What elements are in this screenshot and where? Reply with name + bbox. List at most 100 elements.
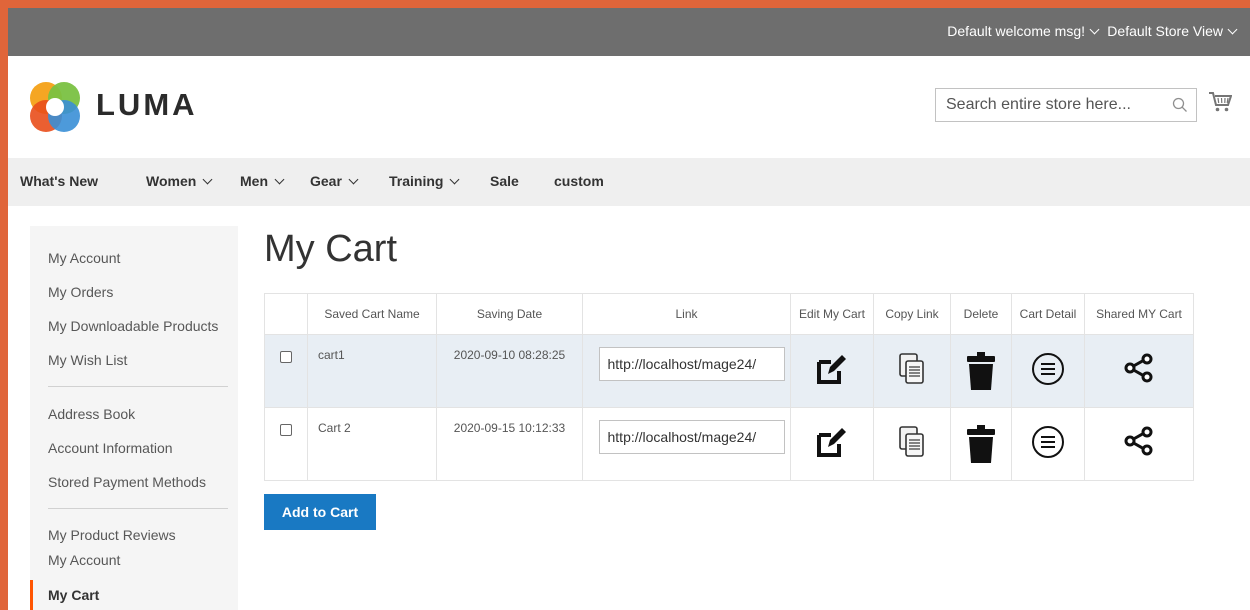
select-cell xyxy=(264,407,308,481)
nav-item-gear[interactable]: Gear xyxy=(310,173,359,189)
column-header-copy-link: Copy Link xyxy=(873,293,951,335)
list-circle-icon[interactable] xyxy=(1030,424,1066,460)
delete-cell xyxy=(950,407,1012,481)
nav-item-label: Sale xyxy=(490,173,519,189)
edit-icon[interactable] xyxy=(814,351,850,387)
nav-item-training[interactable]: Training xyxy=(389,173,460,189)
shared-cart-cell xyxy=(1084,407,1194,481)
nav-item-label: Men xyxy=(240,173,268,189)
sidebar-divider xyxy=(48,508,228,509)
nav-item-label: Gear xyxy=(310,173,342,189)
window-frame-left xyxy=(0,0,8,610)
window-frame-top xyxy=(0,0,1250,8)
column-header-delete: Delete xyxy=(950,293,1012,335)
sidebar-item-stored-payment-methods[interactable]: Stored Payment Methods xyxy=(48,474,206,490)
trash-icon[interactable] xyxy=(965,351,997,391)
sidebar-item-address-book[interactable]: Address Book xyxy=(48,406,135,422)
cart-link-field[interactable] xyxy=(598,420,785,454)
nav-item-custom[interactable]: custom xyxy=(554,173,604,189)
cart-name: Cart 2 xyxy=(318,421,351,435)
saving-date-cell: 2020-09-10 08:28:25 xyxy=(436,334,583,408)
nav-item-label: Training xyxy=(389,173,444,189)
cart-name-cell: Cart 2 xyxy=(307,407,437,481)
cart-detail-cell xyxy=(1011,407,1085,481)
nav-item-women[interactable]: Women xyxy=(146,173,213,189)
store-view-switcher[interactable]: Default Store View xyxy=(1107,23,1238,39)
share-icon[interactable] xyxy=(1122,351,1156,385)
chevron-down-icon xyxy=(450,174,460,185)
sidebar-item-my-downloadable-products[interactable]: My Downloadable Products xyxy=(48,318,218,334)
select-cell xyxy=(264,334,308,408)
copy-link-cell xyxy=(873,407,951,481)
nav-item-label: Women xyxy=(146,173,197,189)
account-sidebar: My Account My Orders My Downloadable Pro… xyxy=(30,226,238,610)
sidebar-item-account-information[interactable]: Account Information xyxy=(48,440,173,456)
sidebar-item-my-product-reviews[interactable]: My Product Reviews xyxy=(48,527,176,543)
edit-icon[interactable] xyxy=(814,424,850,460)
link-cell xyxy=(582,407,791,481)
share-icon[interactable] xyxy=(1122,424,1156,458)
nav-item-whats-new[interactable]: What's New xyxy=(20,173,98,189)
row-checkbox[interactable] xyxy=(280,351,292,363)
chevron-down-icon xyxy=(1227,24,1238,35)
column-header-link: Link xyxy=(582,293,791,335)
chevron-down-icon xyxy=(348,174,359,185)
copy-link-icon[interactable] xyxy=(896,424,928,460)
saving-date: 2020-09-15 10:12:33 xyxy=(453,421,566,435)
sidebar-item-my-orders[interactable]: My Orders xyxy=(48,284,113,300)
cart-name: cart1 xyxy=(318,348,345,362)
table-row: Cart 2 2020-09-15 10:12:33 xyxy=(264,407,1194,481)
delete-cell xyxy=(950,334,1012,408)
saved-carts-table: Saved Cart Name Saving Date Link Edit My… xyxy=(264,293,1194,481)
column-header-shared-cart: Shared MY Cart xyxy=(1084,293,1194,335)
saving-date-cell: 2020-09-15 10:12:33 xyxy=(436,407,583,481)
cart-icon[interactable] xyxy=(1208,90,1232,114)
column-header-select xyxy=(264,293,308,335)
chevron-down-icon xyxy=(202,174,213,185)
chevron-down-icon xyxy=(274,174,285,185)
search-input[interactable] xyxy=(936,89,1166,121)
list-circle-icon[interactable] xyxy=(1030,351,1066,387)
nav-item-men[interactable]: Men xyxy=(240,173,285,189)
cart-link-field[interactable] xyxy=(598,347,785,381)
edit-cell xyxy=(790,407,874,481)
sidebar-item-my-account[interactable]: My Account xyxy=(48,250,120,266)
sidebar-item-my-cart[interactable]: My Cart xyxy=(48,587,99,603)
active-item-marker xyxy=(30,580,33,610)
column-header-cart-detail: Cart Detail xyxy=(1011,293,1085,335)
nav-item-sale[interactable]: Sale xyxy=(490,173,519,189)
chevron-down-icon xyxy=(1089,24,1100,35)
shared-cart-cell xyxy=(1084,334,1194,408)
welcome-label: Default welcome msg! xyxy=(947,23,1085,39)
link-cell xyxy=(582,334,791,408)
edit-cell xyxy=(790,334,874,408)
copy-link-icon[interactable] xyxy=(896,351,928,387)
sidebar-item-my-account-2[interactable]: My Account xyxy=(48,552,120,568)
cart-detail-cell xyxy=(1011,334,1085,408)
column-header-edit: Edit My Cart xyxy=(790,293,874,335)
copy-link-cell xyxy=(873,334,951,408)
logo-text[interactable]: LUMA xyxy=(96,87,198,123)
column-header-cart-name: Saved Cart Name xyxy=(307,293,437,335)
main-navigation: What's New Women Men Gear Training Sale … xyxy=(8,158,1250,206)
row-checkbox[interactable] xyxy=(280,424,292,436)
top-bar: Default welcome msg! Default Store View xyxy=(8,8,1250,56)
table-row: cart1 2020-09-10 08:28:25 xyxy=(264,334,1194,408)
table-header-row: Saved Cart Name Saving Date Link Edit My… xyxy=(264,293,1194,335)
luma-logo-icon[interactable] xyxy=(28,80,82,134)
column-header-saving-date: Saving Date xyxy=(436,293,583,335)
sidebar-divider xyxy=(48,386,228,387)
welcome-menu[interactable]: Default welcome msg! xyxy=(947,23,1100,39)
nav-item-label: custom xyxy=(554,173,604,189)
nav-item-label: What's New xyxy=(20,173,99,189)
sidebar-item-my-wish-list[interactable]: My Wish List xyxy=(48,352,127,368)
header: LUMA xyxy=(8,56,1250,158)
saving-date: 2020-09-10 08:28:25 xyxy=(453,348,566,362)
page-title: My Cart xyxy=(264,228,397,270)
search-icon[interactable] xyxy=(1172,97,1188,113)
search-box[interactable] xyxy=(935,88,1197,122)
trash-icon[interactable] xyxy=(965,424,997,464)
add-to-cart-button[interactable]: Add to Cart xyxy=(264,494,376,530)
store-view-label: Default Store View xyxy=(1107,23,1223,39)
cart-name-cell: cart1 xyxy=(307,334,437,408)
